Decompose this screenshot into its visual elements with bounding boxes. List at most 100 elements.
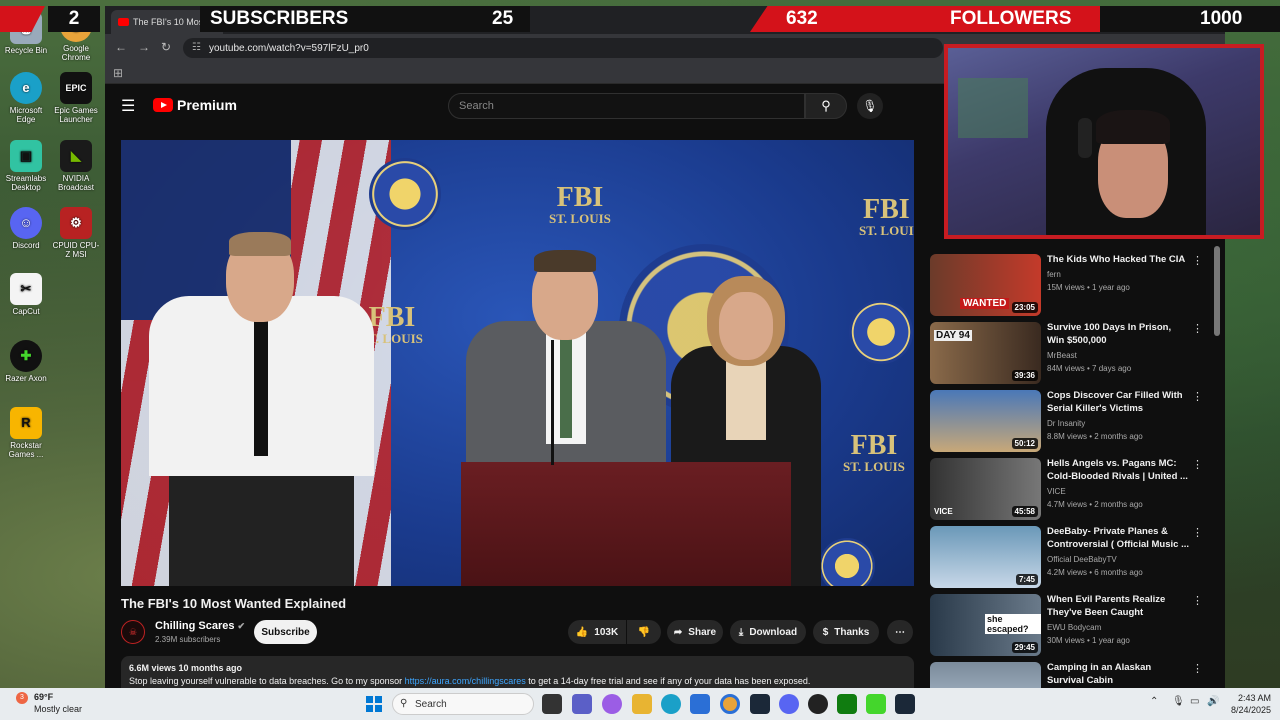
steam-icon[interactable] (750, 694, 770, 714)
rec-title[interactable]: Camping in an Alaskan Survival Cabin (1047, 662, 1189, 688)
edge-taskbar-icon[interactable] (661, 694, 681, 714)
more-vert-icon[interactable]: ⋮ (1192, 594, 1203, 607)
sponsor-link[interactable]: https://aura.com/chillingscares (405, 676, 526, 686)
voice-search-button[interactable]: 🎙 (857, 93, 883, 119)
rec-title[interactable]: Hells Angels vs. Pagans MC: Cold-Blooded… (1047, 458, 1189, 484)
youtube-logo[interactable]: Premium (153, 97, 237, 113)
steam-2-icon[interactable] (895, 694, 915, 714)
file-explorer-icon[interactable] (632, 694, 652, 714)
followers-goal: 1000 (1200, 8, 1243, 29)
weather-badge: 3 (16, 692, 28, 704)
video-thumbnail[interactable]: 50:12 (930, 390, 1041, 452)
microphone-stand (551, 340, 554, 465)
rec-title[interactable]: Cops Discover Car Filled With Serial Kil… (1047, 390, 1189, 416)
subscribers-goal: 25 (492, 8, 514, 29)
task-view-icon[interactable] (542, 694, 562, 714)
list-item[interactable]: DAY 94 39:36 Survive 100 Days In Prison,… (930, 322, 1220, 384)
desktop-icon-discord[interactable]: ☺ Discord (1, 207, 51, 250)
dislike-button[interactable]: 👎 (627, 620, 661, 644)
razer-taskbar-icon[interactable] (866, 694, 886, 714)
desktop-icon-nvidia-broadcast[interactable]: ◣ NVIDIA Broadcast (51, 140, 101, 192)
desktop-icon-capcut[interactable]: ✂ CapCut (1, 273, 51, 316)
share-button[interactable]: ➦ Share (667, 620, 723, 644)
volume-icon[interactable]: 🔊 (1207, 696, 1219, 707)
start-button[interactable] (366, 696, 382, 712)
more-vert-icon[interactable]: ⋮ (1192, 662, 1203, 675)
edge-icon: e (10, 72, 42, 104)
like-button[interactable]: 👍 103K (568, 620, 626, 644)
video-description[interactable]: 6.6M views 10 months ago Stop leaving yo… (121, 656, 914, 688)
video-thumbnail[interactable] (930, 662, 1041, 688)
network-icon[interactable]: ▭ (1190, 696, 1199, 707)
site-settings-icon[interactable]: ☷ (192, 42, 201, 53)
xbox-icon[interactable] (837, 694, 857, 714)
duration-badge: 39:36 (1011, 370, 1038, 381)
duration-badge: 7:45 (1015, 574, 1038, 585)
desktop-icon-rockstar[interactable]: R Rockstar Games ... (1, 407, 51, 459)
weather-widget[interactable]: 3 69°F Mostly clear (12, 692, 82, 715)
rec-channel[interactable]: Dr Insanity (1047, 419, 1085, 428)
list-item[interactable]: WANTED 23:05 The Kids Who Hacked The CIA… (930, 254, 1220, 316)
back-icon[interactable]: ← (115, 40, 127, 54)
rec-title[interactable]: Survive 100 Days In Prison, Win $500,000 (1047, 322, 1189, 348)
rec-channel[interactable]: MrBeast (1047, 351, 1077, 360)
store-icon[interactable] (690, 694, 710, 714)
rec-title[interactable]: When Evil Parents Realize They've Been C… (1047, 594, 1189, 620)
chrome-taskbar-icon[interactable] (720, 694, 740, 714)
discord-taskbar-icon[interactable] (779, 694, 799, 714)
desktop-icon-edge[interactable]: e Microsoft Edge (1, 72, 51, 124)
list-item[interactable]: 50:12 Cops Discover Car Filled With Seri… (930, 390, 1220, 452)
video-thumbnail[interactable]: 7:45 (930, 526, 1041, 588)
more-vert-icon[interactable]: ⋮ (1192, 322, 1203, 335)
rec-channel[interactable]: EWU Bodycam (1047, 623, 1101, 632)
list-item[interactable]: 7:45 DeeBaby- Private Planes & Controver… (930, 526, 1220, 588)
thumbs-down-icon: 👎 (637, 626, 651, 638)
cpuz-icon: ⚙ (60, 207, 92, 239)
video-thumbnail[interactable]: she escaped? 29:45 (930, 594, 1041, 656)
more-vert-icon[interactable]: ⋮ (1192, 390, 1203, 403)
more-actions-button[interactable]: ⋯ (887, 620, 913, 644)
copilot-icon[interactable] (602, 694, 622, 714)
menu-icon[interactable]: ☰ (121, 96, 135, 116)
desktop-icon-epic-games[interactable]: EPIC Epic Games Launcher (51, 72, 101, 124)
subscribe-button[interactable]: Subscribe (254, 620, 317, 644)
search-button[interactable]: ⚲ (805, 93, 847, 119)
rec-channel[interactable]: VICE (1047, 487, 1066, 496)
taskbar-search-placeholder: Search (415, 698, 447, 710)
mic-tray-icon[interactable]: 🎙 (1172, 696, 1185, 707)
rec-channel[interactable]: fern (1047, 270, 1061, 279)
rec-title[interactable]: DeeBaby- Private Planes & Controversial … (1047, 526, 1189, 552)
thanks-button[interactable]: $ Thanks (813, 620, 879, 644)
streamlabs-icon: ▣ (10, 140, 42, 172)
more-vert-icon[interactable]: ⋮ (1192, 526, 1203, 539)
forward-icon[interactable]: → (138, 40, 150, 54)
list-item[interactable]: Camping in an Alaskan Survival Cabin ⋮ (930, 662, 1220, 688)
video-thumbnail[interactable]: VICE 45:58 (930, 458, 1041, 520)
list-item[interactable]: she escaped? 29:45 When Evil Parents Rea… (930, 594, 1220, 656)
more-vert-icon[interactable]: ⋮ (1192, 254, 1203, 267)
video-thumbnail[interactable]: WANTED 23:05 (930, 254, 1041, 316)
more-vert-icon[interactable]: ⋮ (1192, 458, 1203, 471)
desktop-icon-cpuz[interactable]: ⚙ CPUID CPU-Z MSI (51, 207, 101, 259)
tray-chevron-icon[interactable]: ⌃ (1150, 696, 1158, 707)
obs-icon[interactable] (808, 694, 828, 714)
taskbar-clock[interactable]: 2:43 AM 8/24/2025 (1225, 692, 1271, 716)
rec-title[interactable]: The Kids Who Hacked The CIA (1047, 254, 1189, 267)
video-player[interactable]: FBI ST. LOUIS FBI ST. LOUIS FBI ST. LOUI… (121, 140, 914, 586)
desktop-icon-razer-axon[interactable]: ✚ Razer Axon (1, 340, 51, 383)
scrollbar-thumb[interactable] (1214, 246, 1220, 336)
video-thumbnail[interactable]: DAY 94 39:36 (930, 322, 1041, 384)
list-item[interactable]: VICE 45:58 Hells Angels vs. Pagans MC: C… (930, 458, 1220, 520)
address-bar[interactable]: ☷ youtube.com/watch?v=597lFzU_pr0 (183, 38, 943, 58)
teams-icon[interactable] (572, 694, 592, 714)
fbi-seal (369, 158, 441, 230)
channel-name[interactable]: Chilling Scares ✔ (155, 620, 245, 632)
search-input[interactable]: Search (448, 93, 805, 119)
taskbar-search-input[interactable]: ⚲ Search (392, 693, 534, 715)
rec-channel[interactable]: Official DeeBabyTV (1047, 555, 1117, 564)
channel-avatar[interactable]: ☠ (121, 620, 145, 644)
desktop-icon-streamlabs[interactable]: ▣ Streamlabs Desktop (1, 140, 51, 192)
apps-grid-icon[interactable]: ⊞ (113, 66, 123, 80)
reload-icon[interactable]: ↻ (161, 40, 171, 54)
download-button[interactable]: ⤓ Download (730, 620, 806, 644)
